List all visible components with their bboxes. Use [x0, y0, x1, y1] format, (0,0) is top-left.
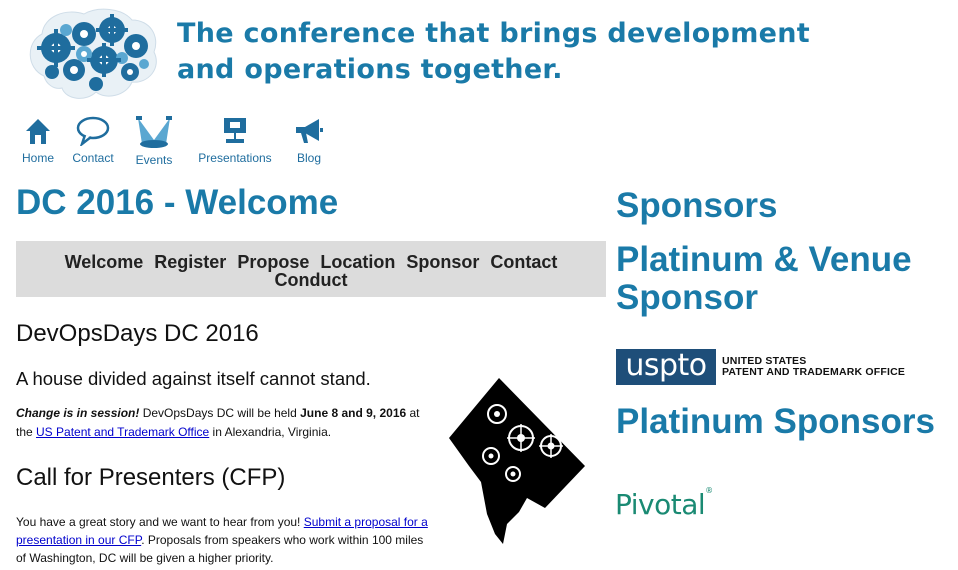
nav-presentations-label: Presentations [198, 151, 272, 165]
uspto-link[interactable]: US Patent and Trademark Office [36, 425, 209, 439]
nav-home[interactable]: Home [20, 116, 56, 165]
house-icon [20, 116, 56, 149]
nav-blog[interactable]: Blog [290, 116, 328, 165]
cfp-heading: Call for Presenters (CFP) [16, 464, 286, 491]
site-tagline: The conference that brings development a… [177, 16, 810, 88]
subnav-sponsor[interactable]: Sponsor [406, 252, 479, 272]
quote-text: A house divided against itself cannot st… [16, 368, 371, 389]
subnav-propose[interactable]: Propose [237, 252, 309, 272]
event-subnav: Welcome Register Propose Location Sponso… [16, 241, 606, 297]
nav-blog-label: Blog [296, 151, 322, 165]
event-heading: DevOpsDays DC 2016 [16, 320, 259, 347]
megaphone-icon [290, 116, 328, 149]
intro-paragraph: Change is in session! DevOpsDays DC will… [16, 404, 426, 442]
intro-text-1: DevOpsDays DC will be held [139, 406, 301, 420]
page-title: DC 2016 - Welcome [16, 183, 339, 222]
intro-emphasis: Change is in session! [16, 406, 140, 420]
event-dates: June 8 and 9, 2016 [300, 406, 407, 420]
pivotal-registered-mark: ® [705, 486, 713, 495]
subnav-contact[interactable]: Contact [490, 252, 557, 272]
intro-text-3: in Alexandria, Virginia. [209, 425, 332, 439]
subnav-location[interactable]: Location [320, 252, 395, 272]
platinum-venue-heading: Platinum & Venue Sponsor [616, 240, 912, 317]
pivotal-logo-text: Pivotal [615, 488, 706, 521]
pivotal-sponsor-logo[interactable]: Pivotal® [615, 486, 713, 521]
speech-bubble-icon [68, 116, 118, 149]
nav-home-label: Home [21, 151, 54, 165]
nav-events-label: Events [135, 153, 173, 167]
tagline-line-1: The conference that brings development [177, 18, 810, 49]
uspto-logo-line-2: PATENT AND TRADEMARK OFFICE [722, 366, 906, 378]
subnav-register[interactable]: Register [154, 252, 226, 272]
nav-presentations[interactable]: Presentations [192, 116, 278, 165]
brain-gears-logo[interactable] [22, 6, 162, 106]
uspto-logo-box: uspto [616, 349, 716, 385]
spotlight-icon [132, 116, 176, 151]
subnav-conduct[interactable]: Conduct [275, 270, 348, 290]
cfp-paragraph: You have a great story and we want to he… [16, 513, 431, 567]
sponsors-heading: Sponsors [616, 186, 778, 225]
cfp-text-1: You have a great story and we want to he… [16, 515, 304, 529]
dc-gears-map-image [447, 374, 587, 546]
platinum-sponsors-heading: Platinum Sponsors [616, 402, 935, 441]
uspto-logo-text: UNITED STATES PATENT AND TRADEMARK OFFIC… [722, 356, 905, 378]
nav-events[interactable]: Events [132, 116, 176, 167]
projector-icon [192, 116, 278, 149]
nav-contact-label: Contact [72, 151, 114, 165]
uspto-sponsor-logo[interactable]: uspto UNITED STATES PATENT AND TRADEMARK… [616, 349, 906, 385]
nav-contact[interactable]: Contact [68, 116, 118, 165]
subnav-welcome[interactable]: Welcome [65, 252, 144, 272]
tagline-line-2: and operations together. [177, 54, 563, 85]
